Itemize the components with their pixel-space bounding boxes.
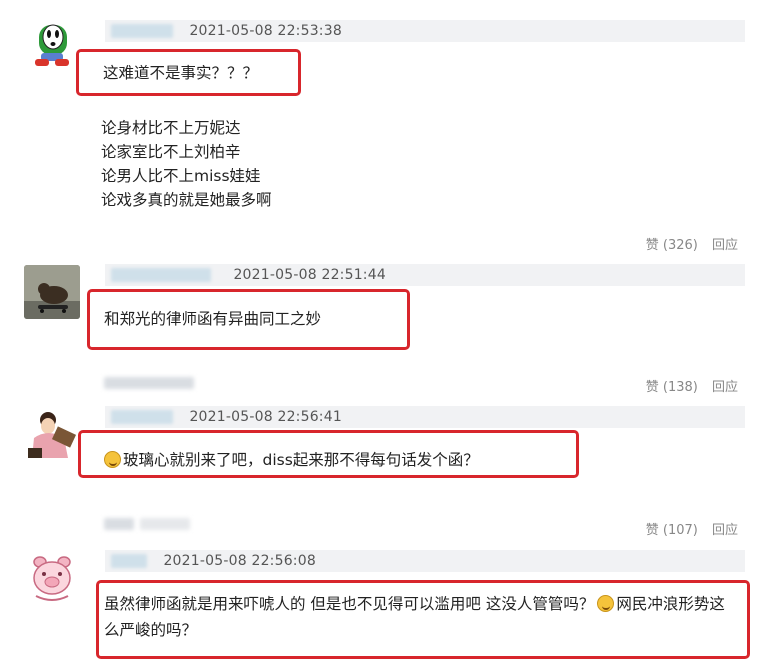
skateboard-dog-avatar[interactable] — [24, 265, 80, 319]
comment-timestamp: 2021-05-08 22:56:41 — [189, 409, 342, 425]
blurred-username — [140, 518, 190, 530]
reply-button[interactable]: 回应 — [712, 523, 738, 538]
comment-timestamp: 2021-05-08 22:51:44 — [233, 267, 386, 283]
comment-actions: 赞 (326) 回应 — [636, 234, 738, 253]
comment-text-line: 和郑光的律师函有异曲同工之妙 — [104, 310, 322, 328]
like-button[interactable]: 赞 (326) — [646, 238, 698, 253]
comment-timestamp: 2021-05-08 22:53:38 — [189, 23, 342, 39]
comment-actions: 赞 (107) 回应 — [636, 519, 738, 538]
comment-text-line: 论身材比不上万妮达 — [101, 119, 241, 137]
username-blurred[interactable] — [111, 24, 173, 38]
smile-emoji — [104, 451, 121, 468]
username-blurred[interactable] — [111, 268, 211, 282]
smile-emoji — [597, 595, 615, 612]
pig-avatar[interactable] — [26, 552, 78, 604]
comment-timestamp: 2021-05-08 22:56:08 — [163, 553, 316, 569]
comment-text-line: 虽然律师函就是用来吓唬人的 但是也不见得可以滥用吧 这没人管管吗？ 网民冲浪形势这 — [104, 595, 725, 613]
blurred-username — [104, 518, 134, 530]
comment-actions: 赞 (138) 回应 — [636, 376, 738, 395]
comment-meta-bar: 2021-05-08 22:56:41 — [105, 406, 745, 428]
comment-meta-bar: 2021-05-08 22:53:38 — [105, 20, 745, 42]
cartoon-girl-avatar[interactable] — [24, 408, 80, 462]
comment-meta-bar: 2021-05-08 22:51:44 — [105, 264, 745, 286]
comment-text-line: 玻璃心就别来了吧，diss起来那不得每句话发个函？ — [104, 448, 479, 472]
comment-text-line: 论男人比不上miss娃娃 — [101, 167, 261, 185]
shy-guy-avatar[interactable] — [27, 19, 77, 69]
comment-text-line: 么严峻的吗？ — [104, 621, 198, 639]
comment-text-line: 这难道不是事实？？？ — [103, 64, 259, 82]
reply-button[interactable]: 回应 — [712, 238, 738, 253]
like-button[interactable]: 赞 (107) — [646, 523, 698, 538]
comment-meta-bar: 2021-05-08 22:56:08 — [105, 550, 745, 572]
comment-text-line: 论家室比不上刘柏辛 — [101, 143, 241, 161]
username-blurred[interactable] — [111, 410, 173, 424]
like-button[interactable]: 赞 (138) — [646, 380, 698, 395]
username-blurred[interactable] — [111, 554, 147, 568]
blurred-username — [104, 377, 194, 389]
reply-button[interactable]: 回应 — [712, 380, 738, 395]
comment-text-line: 论戏多真的就是她最多啊 — [101, 191, 272, 209]
